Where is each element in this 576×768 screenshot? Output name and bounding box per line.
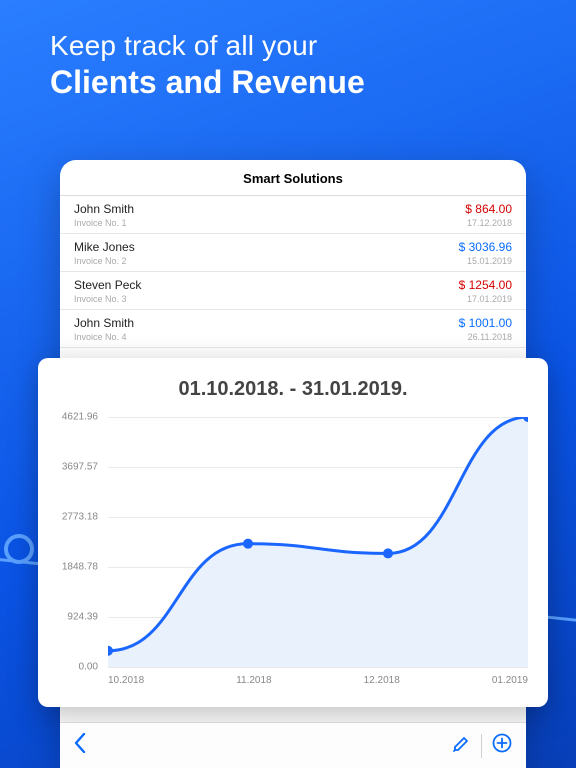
hero-line2: Clients and Revenue	[50, 64, 536, 101]
grid-line	[108, 667, 528, 668]
plus-circle-icon	[492, 733, 512, 753]
data-point	[243, 539, 253, 549]
invoice-number: Invoice No. 2	[74, 256, 135, 266]
chart-card: 01.10.2018. - 31.01.2019. 4621.963697.57…	[38, 358, 548, 707]
toolbar-divider	[481, 734, 482, 758]
invoice-list: John Smith Invoice No. 1 $ 864.00 17.12.201…	[60, 196, 526, 348]
bottom-toolbar	[60, 722, 526, 768]
invoice-date: 17.12.2018	[467, 218, 512, 228]
invoice-amount: $ 864.00	[465, 202, 512, 216]
y-tick-label: 4621.96	[62, 412, 98, 423]
invoice-row[interactable]: John Smith Invoice No. 1 $ 864.00 17.12.201…	[60, 196, 526, 234]
invoice-date: 26.11.2018	[468, 332, 512, 342]
page-title: Smart Solutions	[60, 160, 526, 196]
x-tick-label: 01.2019	[492, 675, 528, 686]
edit-button[interactable]	[453, 734, 471, 757]
invoice-number: Invoice No. 3	[74, 294, 141, 304]
y-tick-label: 3697.57	[62, 461, 98, 472]
invoice-date: 15.01.2019	[467, 256, 512, 266]
client-name: Steven Peck	[74, 278, 141, 292]
invoice-row[interactable]: John Smith Invoice No. 4 $ 1001.00 26.11.20…	[60, 310, 526, 348]
chevron-left-icon	[74, 733, 86, 753]
x-tick-label: 12.2018	[364, 675, 400, 686]
y-tick-label: 0.00	[79, 662, 98, 673]
x-axis-ticks: 10.2018 11.2018 12.2018 01.2019	[108, 675, 528, 686]
x-tick-label: 10.2018	[108, 675, 144, 686]
client-name: Mike Jones	[74, 240, 135, 254]
hero-line1: Keep track of all your	[50, 30, 536, 62]
decorative-dot	[4, 534, 34, 564]
invoice-number: Invoice No. 4	[74, 332, 134, 342]
invoice-row[interactable]: Steven Peck Invoice No. 3 $ 1254.00 17.01.2…	[60, 272, 526, 310]
data-point	[383, 548, 393, 558]
invoice-number: Invoice No. 1	[74, 218, 134, 228]
add-button[interactable]	[492, 733, 512, 758]
back-button[interactable]	[74, 733, 86, 758]
hero-banner: Keep track of all your Clients and Reven…	[0, 0, 576, 101]
invoice-amount: $ 1254.00	[459, 278, 512, 292]
invoice-row[interactable]: Mike Jones Invoice No. 2 $ 3036.96 15.01.20…	[60, 234, 526, 272]
chart-svg	[108, 417, 528, 667]
chart-plot: 4621.963697.572773.181848.78924.390.00 1…	[108, 417, 528, 667]
invoice-amount: $ 1001.00	[459, 316, 512, 330]
pencil-icon	[453, 734, 471, 752]
client-name: John Smith	[74, 316, 134, 330]
client-name: John Smith	[74, 202, 134, 216]
chart-title: 01.10.2018. - 31.01.2019.	[48, 378, 538, 401]
invoice-amount: $ 3036.96	[459, 240, 512, 254]
x-tick-label: 11.2018	[236, 675, 271, 686]
y-tick-label: 2773.18	[62, 511, 98, 522]
chart-area	[108, 417, 528, 667]
y-tick-label: 924.39	[67, 612, 98, 623]
y-tick-label: 1848.78	[62, 562, 98, 573]
invoice-date: 17.01.2019	[467, 294, 512, 304]
